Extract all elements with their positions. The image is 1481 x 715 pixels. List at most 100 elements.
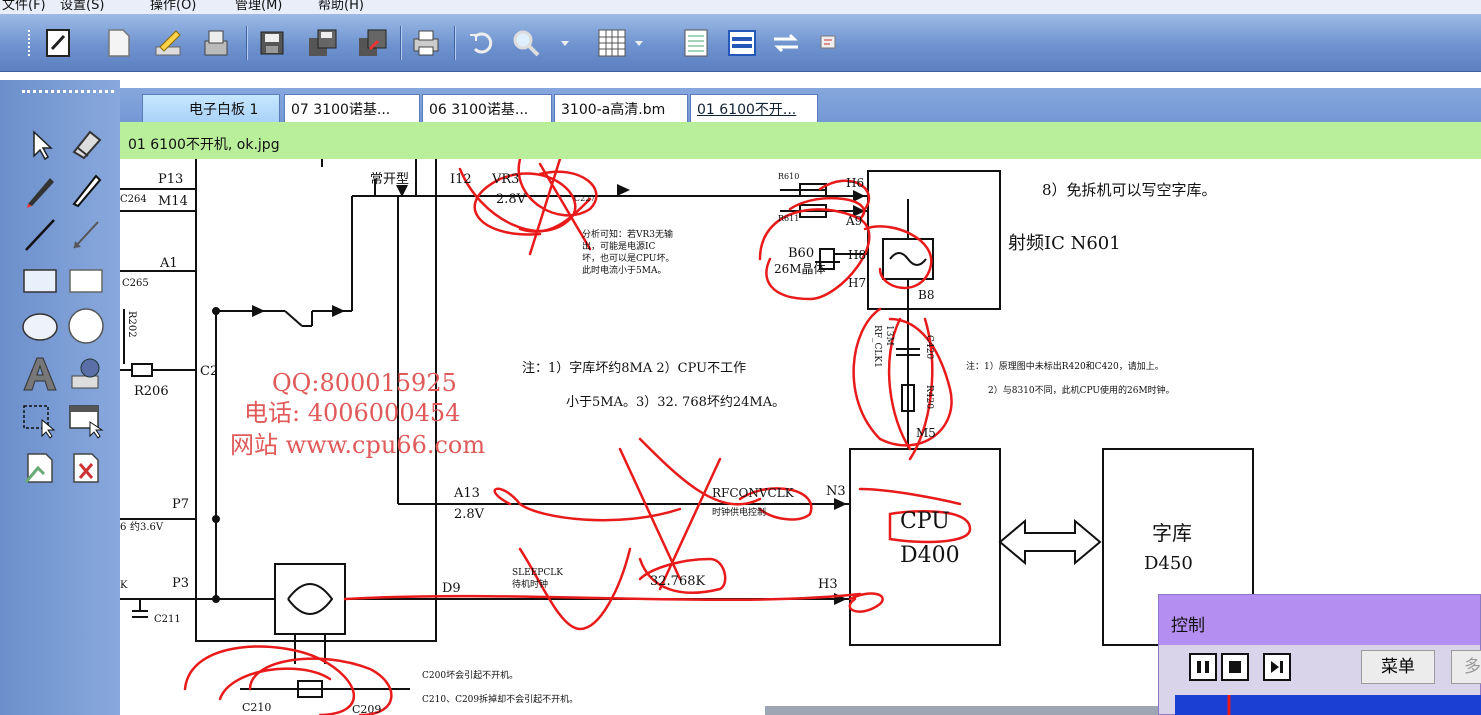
pen-icon[interactable] (66, 170, 106, 210)
label-bottom-note-1: C200坏会引起不开机。 (422, 671, 519, 681)
label-n3: N3 (826, 484, 846, 499)
watermark-site: 网站 www.cpu66.com (230, 431, 486, 459)
label-normally-open: 常开型 (370, 172, 410, 187)
line-icon[interactable] (20, 214, 60, 254)
label-c211: C211 (154, 614, 181, 625)
menu-settings[interactable]: 设置(S) (60, 0, 104, 13)
new-page-icon[interactable] (42, 27, 74, 59)
next-icon[interactable] (1263, 653, 1291, 681)
arrow-line-icon[interactable] (66, 214, 106, 254)
label-c210: C210 (242, 701, 272, 714)
label-r206: R206 (134, 384, 169, 399)
menu-file[interactable]: 文件(F) (2, 0, 46, 13)
tab-strip: 电子白板 1 07 3100诺基... 06 3100诺基... 3100-a高… (120, 88, 1481, 122)
save-as-icon[interactable] (306, 27, 338, 59)
toolbar-grip[interactable] (28, 30, 32, 56)
toolbar (0, 14, 1481, 72)
select-window-icon[interactable] (66, 400, 106, 440)
image-insert-icon[interactable] (20, 448, 60, 488)
tab-3100-06[interactable]: 06 3100诺基... (422, 94, 552, 122)
menu-operate[interactable]: 操作(O) (150, 0, 196, 13)
zoom-dropdown-icon[interactable] (558, 27, 572, 59)
label-v36: 约3.6V (130, 522, 164, 533)
grid-dropdown-icon[interactable] (632, 27, 646, 59)
label-analysis-4: 此时电流小于5MA。 (582, 266, 667, 276)
control-more-button[interactable]: 多 (1451, 650, 1481, 684)
list-icon[interactable] (680, 27, 712, 59)
label-h7: H7 (848, 276, 867, 290)
blank-page-icon[interactable] (102, 27, 134, 59)
label-rf-ic: 射频IC N601 (1008, 233, 1121, 254)
menu-help[interactable]: 帮助(H) (318, 0, 364, 13)
control-menu-button[interactable]: 菜单 (1361, 650, 1435, 684)
label-b60: B60 (788, 246, 815, 261)
pointer-icon[interactable] (20, 124, 60, 164)
label-crystal-26m: 26M晶体 (774, 262, 826, 276)
toolbar-separator (454, 26, 456, 60)
label-c420: C420 (924, 335, 934, 360)
toolbar-separator (246, 26, 248, 60)
label-d9: D9 (442, 581, 461, 596)
label-r611: R611 (778, 214, 800, 223)
tab-whiteboard[interactable]: 电子白板 1 (142, 94, 280, 122)
label-c265: C265 (122, 278, 149, 289)
stamp-icon[interactable] (66, 354, 106, 394)
label-p3: P3 (172, 576, 190, 591)
label-a9: A9 (846, 214, 863, 228)
save-icon[interactable] (256, 27, 288, 59)
export-icon[interactable] (356, 27, 388, 59)
info-icon[interactable] (812, 27, 844, 59)
label-six: 6 (120, 522, 127, 533)
scan-icon[interactable] (200, 27, 232, 59)
ellipse-icon[interactable] (20, 306, 60, 346)
marker-icon[interactable] (20, 170, 60, 210)
label-v28a: 2.8V (496, 192, 527, 207)
horizontal-scrollbar[interactable] (765, 706, 1158, 715)
stop-icon[interactable] (1221, 653, 1249, 681)
label-c264: C264 (120, 194, 147, 205)
label-analysis-1: 分析可知：若VR3无输 (582, 230, 674, 240)
label-c227: C227 (574, 194, 596, 203)
menu-manage[interactable]: 管理(M) (235, 0, 282, 13)
document-filename: 01 6100不开机, ok.jpg (128, 137, 280, 153)
label-r420: R420 (924, 385, 934, 409)
label-sleepclk: SLEEPCLK (512, 568, 563, 578)
label-analysis-2: 出，可能是电源IC (582, 242, 656, 252)
label-k: K (120, 580, 128, 591)
grid-icon[interactable] (596, 27, 628, 59)
rotate-icon[interactable] (466, 27, 498, 59)
circle-icon[interactable] (66, 306, 106, 346)
pause-icon[interactable] (1189, 653, 1217, 681)
tab-3100-a[interactable]: 3100-a高清.bm (554, 94, 688, 122)
label-note-a1: 注：1）字库坏约8MA 2）CPU不工作 (522, 361, 747, 376)
label-bottom-note-2: C210、C209拆掉却不会引起不开机。 (422, 695, 579, 705)
select-area-icon[interactable] (20, 400, 60, 440)
tab-6100-active[interactable]: 01 6100不开... (690, 94, 818, 122)
text-icon[interactable] (20, 354, 60, 394)
label-d400: D400 (900, 543, 960, 568)
label-note-8: 8）免拆机可以写空字库。 (1042, 181, 1217, 199)
eraser-icon[interactable] (66, 124, 106, 164)
label-clock-control: 时钟供电控制 (712, 508, 767, 518)
print-icon[interactable] (410, 27, 442, 59)
label-standby-clock: 待机时钟 (512, 580, 549, 590)
tab-3100-07[interactable]: 07 3100诺基... (284, 94, 420, 122)
control-panel-title[interactable]: 控制 (1159, 595, 1480, 645)
zoom-icon[interactable] (510, 27, 542, 59)
edit-icon[interactable] (152, 27, 184, 59)
rectangle-icon[interactable] (20, 260, 60, 300)
document-title-bar: 01 6100不开机, ok.jpg (120, 122, 1481, 159)
timeline-strip[interactable] (1175, 695, 1481, 715)
image-remove-icon[interactable] (66, 448, 106, 488)
filled-rectangle-icon[interactable] (66, 260, 106, 300)
palette-grip[interactable] (22, 90, 114, 93)
swap-icon[interactable] (770, 27, 802, 59)
label-a1: A1 (160, 256, 178, 271)
label-d450: D450 (1144, 553, 1193, 574)
label-c2: C2 (200, 364, 219, 379)
label-p7: P7 (172, 497, 190, 512)
label-r610: R610 (778, 172, 800, 181)
watermark-qq: QQ:800015925 (272, 369, 457, 397)
label-m14: M14 (158, 194, 188, 209)
panel-icon[interactable] (726, 27, 758, 59)
